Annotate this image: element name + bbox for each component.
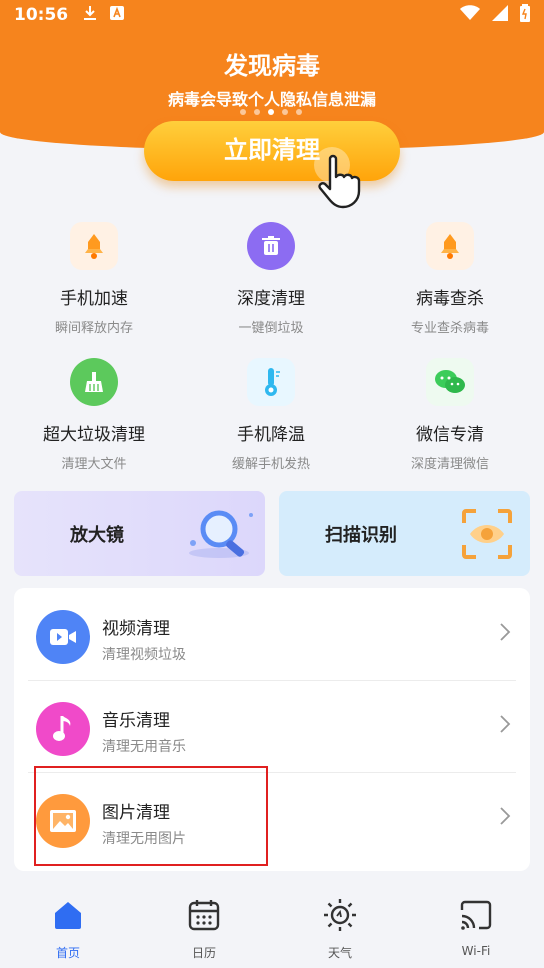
home-icon xyxy=(55,902,81,929)
tool-sub: 专业查杀病毒 xyxy=(410,321,489,336)
trash-icon xyxy=(247,222,295,270)
nav-label: Wi-Fi xyxy=(461,944,491,958)
tool-wechat-clean[interactable]: 微信专清 深度清理微信 xyxy=(360,358,540,472)
tool-sub: 一键倒垃圾 xyxy=(238,321,304,336)
bottom-nav: 首页 日历 天气 Wi-Fi xyxy=(0,876,544,968)
list-title: 视频清理 xyxy=(102,619,170,639)
status-time: 10:56 xyxy=(14,5,69,25)
thermometer-icon xyxy=(247,358,295,406)
nav-wifi[interactable]: Wi-Fi xyxy=(436,898,516,958)
banner-title: 发现病毒 xyxy=(224,52,320,80)
list-sub: 清理无用音乐 xyxy=(102,739,186,755)
battery-icon xyxy=(520,3,530,27)
scan-recognize-card[interactable]: 扫描识别 xyxy=(279,491,530,576)
tool-label: 病毒查杀 xyxy=(416,289,484,309)
rocket-bell-icon xyxy=(70,222,118,270)
calendar-icon xyxy=(188,900,220,931)
pager-dot-active xyxy=(268,109,274,115)
status-bar: 10:56 xyxy=(0,0,544,30)
chevron-right-icon xyxy=(500,715,511,733)
download-icon xyxy=(82,5,98,25)
selection-highlight xyxy=(34,766,268,866)
video-icon xyxy=(36,610,90,664)
scan-recognize-label: 扫描识别 xyxy=(325,524,397,546)
tool-label: 微信专清 xyxy=(416,425,484,445)
nav-label: 首页 xyxy=(55,946,80,960)
virus-bell-icon xyxy=(426,222,474,270)
chevron-right-icon xyxy=(500,623,511,641)
wechat-icon xyxy=(426,358,474,406)
banner-subtitle: 病毒会导致个人隐私信息泄漏 xyxy=(167,90,376,109)
wifi-icon xyxy=(460,4,480,26)
sun-icon xyxy=(324,899,356,931)
tool-sub: 清理大文件 xyxy=(61,457,127,472)
tool-deep-clean[interactable]: 深度清理 一键倒垃圾 xyxy=(181,222,361,336)
tool-sub: 深度清理微信 xyxy=(410,457,489,472)
music-note-icon xyxy=(36,702,90,756)
nav-label: 日历 xyxy=(191,946,216,960)
tool-sub: 缓解手机发热 xyxy=(231,457,310,472)
tool-label: 手机降温 xyxy=(237,425,305,445)
tool-cool-down[interactable]: 手机降温 缓解手机发热 xyxy=(181,358,361,472)
banner-pager xyxy=(240,109,302,115)
list-item-music-clean[interactable]: 音乐清理 清理无用音乐 xyxy=(14,680,530,770)
tool-sub: 瞬间释放内存 xyxy=(54,321,133,336)
tool-virus-scan[interactable]: 病毒查杀 专业查杀病毒 xyxy=(360,222,540,336)
cast-icon xyxy=(460,900,492,930)
magnifier-card[interactable]: 放大镜 xyxy=(14,491,265,576)
broom-icon xyxy=(70,358,118,406)
pager-dot xyxy=(296,109,302,115)
nav-weather[interactable]: 天气 xyxy=(300,898,380,961)
tool-large-junk[interactable]: 超大垃圾清理 清理大文件 xyxy=(4,358,184,472)
a-icon xyxy=(110,6,125,24)
nav-calendar[interactable]: 日历 xyxy=(164,898,244,961)
chevron-right-icon xyxy=(500,807,511,825)
pager-dot xyxy=(254,109,260,115)
scan-eye-icon xyxy=(462,509,512,559)
list-item-video-clean[interactable]: 视频清理 清理视频垃圾 xyxy=(14,588,530,678)
pager-dot xyxy=(240,109,246,115)
magnifier-label: 放大镜 xyxy=(70,524,124,546)
list-sub: 清理视频垃圾 xyxy=(102,647,186,663)
tool-label: 深度清理 xyxy=(237,289,305,309)
tool-label: 超大垃圾清理 xyxy=(43,425,145,445)
pager-dot xyxy=(282,109,288,115)
nav-home[interactable]: 首页 xyxy=(28,898,108,961)
list-title: 音乐清理 xyxy=(102,711,170,731)
tool-label: 手机加速 xyxy=(60,289,128,309)
tool-phone-boost[interactable]: 手机加速 瞬间释放内存 xyxy=(4,222,184,336)
magnifier-icon xyxy=(189,510,253,558)
nav-label: 天气 xyxy=(327,946,352,960)
signal-icon xyxy=(492,4,508,26)
pointing-hand-icon xyxy=(314,147,361,209)
